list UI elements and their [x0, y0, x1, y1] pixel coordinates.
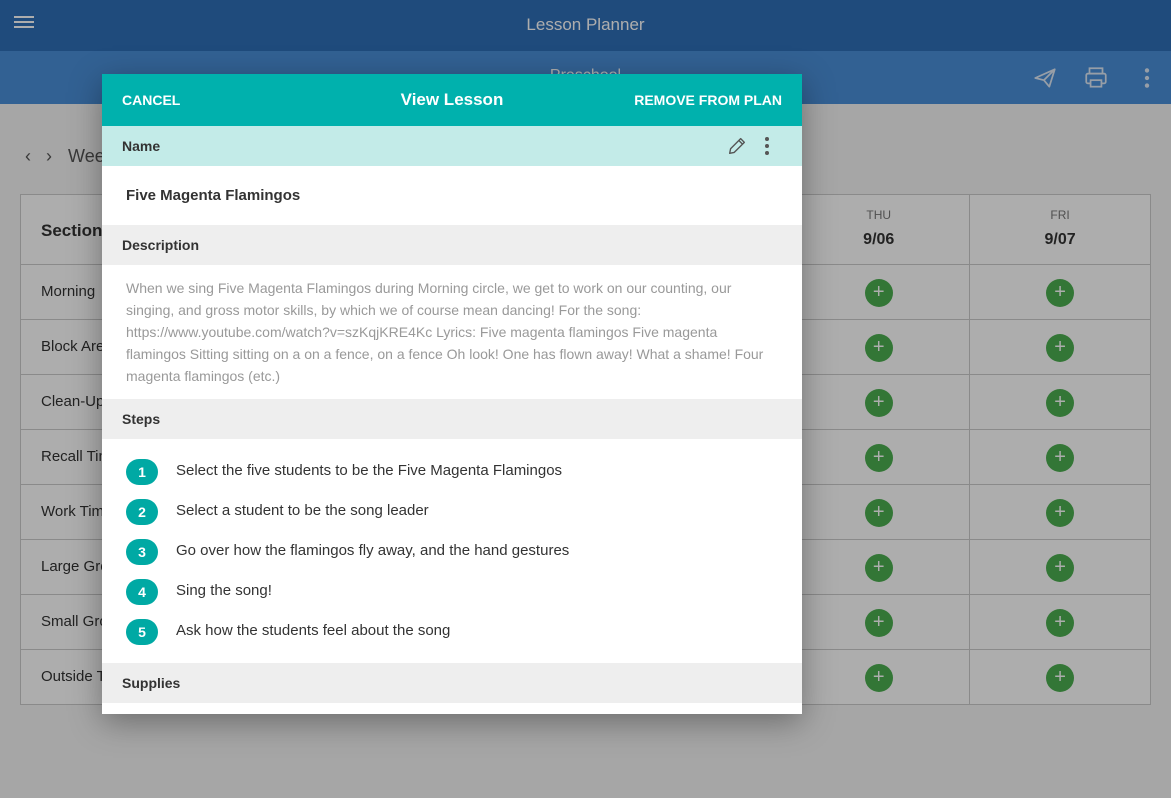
step-text: Select the five students to be the Five …: [176, 462, 563, 479]
step-text: Ask how the students feel about the song: [176, 622, 451, 639]
lesson-name-row: Five Magenta Flamingos: [102, 166, 802, 225]
pencil-icon[interactable]: [726, 135, 748, 157]
steps-list: 1 Select the five students to be the Fiv…: [102, 439, 802, 663]
steps-section-header: Steps: [102, 399, 802, 439]
step-number-badge: 1: [126, 459, 158, 485]
lesson-name: Five Magenta Flamingos: [126, 187, 301, 204]
lesson-description: When we sing Five Magenta Flamingos duri…: [126, 280, 764, 384]
step-number-badge: 5: [126, 619, 158, 645]
step-text: Go over how the flamingos fly away, and …: [176, 542, 570, 559]
list-item: 5 Ask how the students feel about the so…: [102, 619, 802, 659]
name-section-header: Name: [102, 126, 802, 166]
dialog-header: CANCEL View Lesson REMOVE FROM PLAN: [102, 74, 802, 126]
description-section-header: Description: [102, 225, 802, 265]
supplies-heading: Supplies: [122, 675, 181, 691]
step-text: Sing the song!: [176, 582, 272, 599]
supplies-section-header: Supplies: [102, 663, 802, 703]
step-number-badge: 2: [126, 499, 158, 525]
list-item: 3 Go over how the flamingos fly away, an…: [102, 539, 802, 579]
list-item: 1 Select the five students to be the Fiv…: [102, 459, 802, 499]
step-number-badge: 3: [126, 539, 158, 565]
step-number-badge: 4: [126, 579, 158, 605]
description-heading: Description: [122, 237, 200, 253]
step-text: Select a student to be the song leader: [176, 502, 429, 519]
steps-heading: Steps: [122, 411, 161, 427]
more-vert-icon[interactable]: [760, 136, 774, 156]
list-item: 4 Sing the song!: [102, 579, 802, 619]
view-lesson-dialog: CANCEL View Lesson REMOVE FROM PLAN Name…: [102, 74, 802, 714]
remove-from-plan-button[interactable]: REMOVE FROM PLAN: [634, 92, 782, 108]
name-heading: Name: [122, 138, 161, 154]
list-item: 2 Select a student to be the song leader: [102, 499, 802, 539]
